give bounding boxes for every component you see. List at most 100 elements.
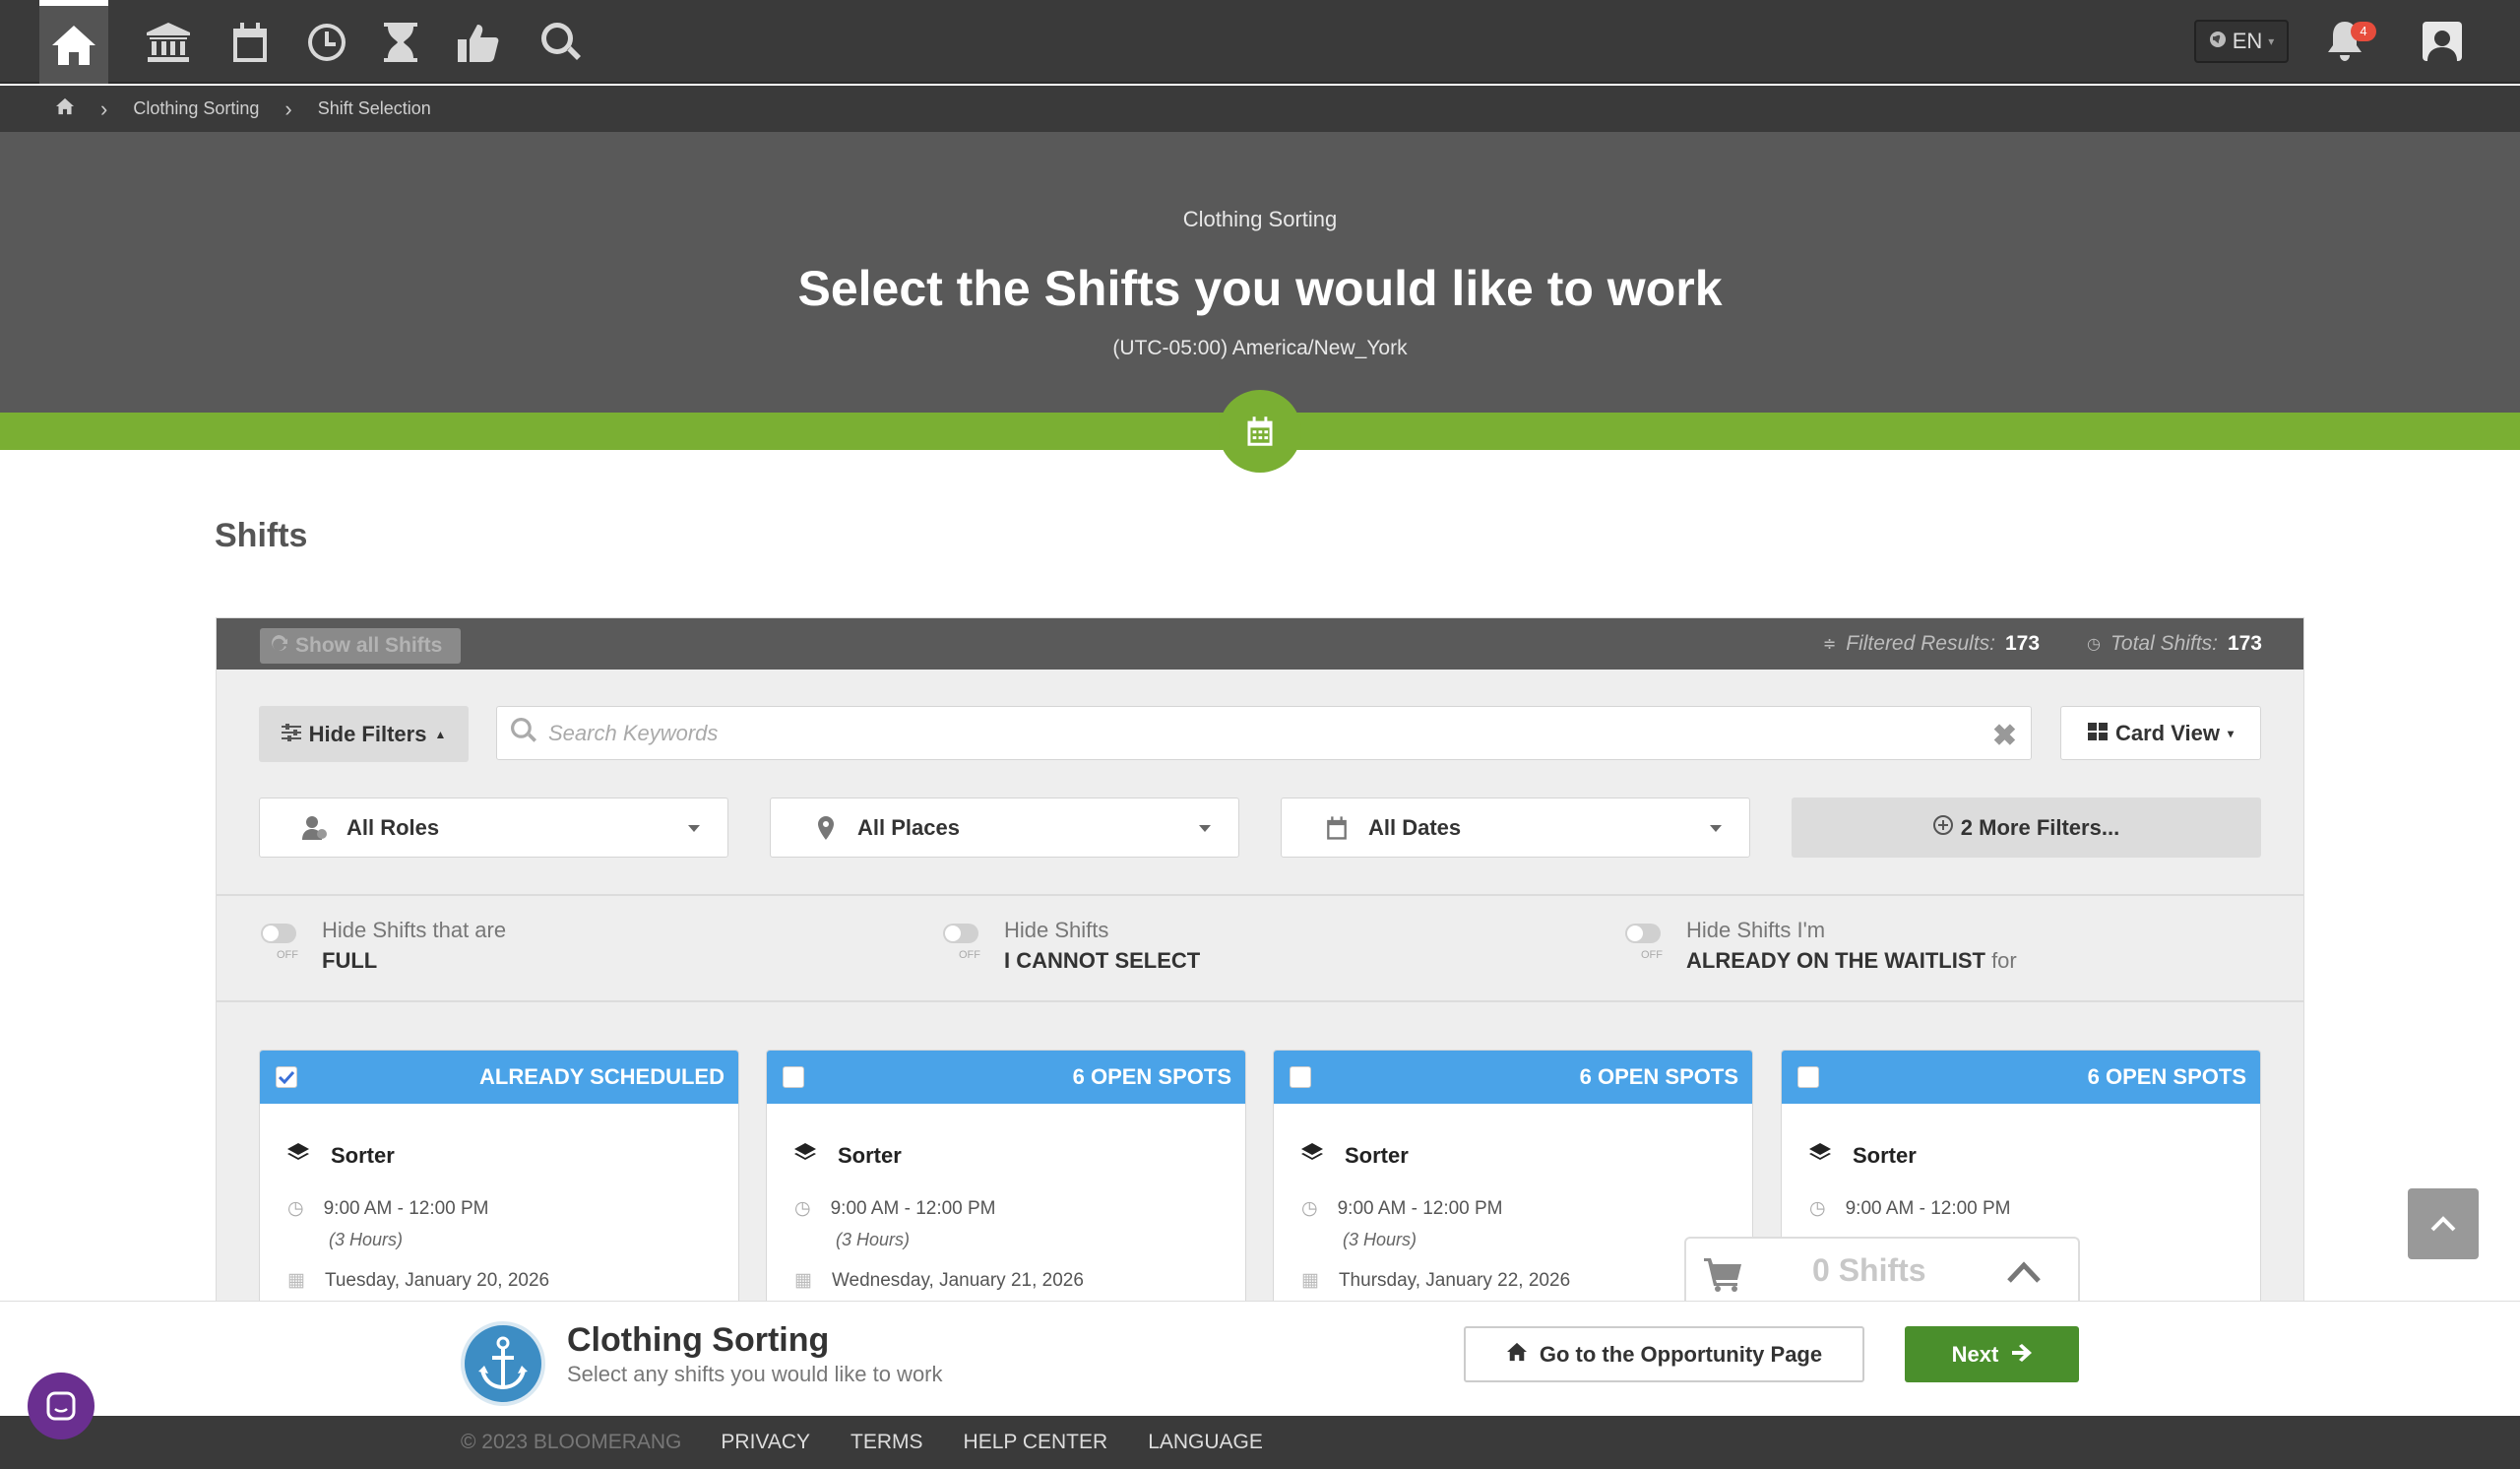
timezone-label: (UTC-05:00) America/New_York — [1112, 337, 1408, 359]
keyword-search: ✖ — [496, 706, 2032, 760]
clear-search-icon[interactable]: ✖ — [1992, 719, 2017, 753]
footer-link-privacy[interactable]: PRIVACY — [721, 1431, 810, 1454]
user-avatar-button[interactable] — [2423, 22, 2462, 61]
bank-icon[interactable] — [134, 12, 203, 73]
shift-duration: (3 Hours) — [329, 1230, 404, 1249]
clock-icon: ◷ — [1809, 1198, 1826, 1219]
search-icon[interactable] — [527, 12, 596, 73]
shift-status: 6 OPEN SPOTS — [1072, 1064, 1231, 1089]
filter-icon: ≑ — [1822, 636, 1837, 653]
shift-role: Sorter — [794, 1143, 902, 1169]
shift-duration: (3 Hours) — [836, 1230, 911, 1249]
shift-checkbox[interactable] — [1797, 1066, 1819, 1088]
filtered-results-count: 173 — [2004, 632, 2041, 655]
go-to-opportunity-label: Go to the Opportunity Page — [1539, 1341, 1823, 1367]
shift-date: ▦ Tuesday, January 20, 2026 — [287, 1269, 550, 1292]
shift-role: Sorter — [287, 1143, 395, 1169]
shift-time: ◷ 9:00 AM - 12:00 PM — [1809, 1197, 2011, 1220]
clock-icon: ◷ — [287, 1198, 304, 1219]
page-hero: Clothing Sorting Select the Shifts you w… — [0, 132, 2520, 413]
notification-badge: 4 — [2351, 22, 2376, 41]
calendar-icon — [1317, 815, 1356, 840]
total-shifts-count: 173 — [2227, 632, 2262, 655]
thumbs-up-icon[interactable] — [444, 12, 513, 73]
shift-date: ▦ Thursday, January 22, 2026 — [1301, 1269, 1571, 1292]
shift-checkbox[interactable] — [276, 1066, 297, 1088]
toggle-label: Hide Shifts — [1004, 918, 1109, 942]
shift-role: Sorter — [1301, 1143, 1409, 1169]
roles-filter-dropdown[interactable]: All Roles — [259, 798, 728, 858]
next-button[interactable]: Next — [1905, 1326, 2079, 1382]
chat-launcher-button[interactable] — [28, 1373, 94, 1439]
checkmark-icon — [279, 1070, 294, 1084]
footer-link-language[interactable]: LANGUAGE — [1148, 1431, 1263, 1454]
toggle-switch[interactable] — [261, 924, 296, 943]
card-view-label: Card View — [2114, 720, 2220, 745]
toggle-label-strong: FULL — [322, 948, 378, 973]
refresh-icon — [270, 634, 287, 658]
chevron-down-icon: ▾ — [2268, 34, 2275, 48]
scroll-to-top-button[interactable] — [2408, 1188, 2479, 1259]
dates-filter-dropdown[interactable]: All Dates — [1281, 798, 1750, 858]
chat-icon — [46, 1391, 76, 1421]
calendar-icon: ▦ — [287, 1270, 305, 1291]
places-filter-dropdown[interactable]: All Places — [770, 798, 1239, 858]
language-selector[interactable]: EN ▾ — [2194, 20, 2289, 63]
user-role-icon — [295, 815, 335, 841]
copyright: © 2023 BLOOMERANG — [461, 1431, 682, 1453]
roles-filter-value: All Roles — [346, 814, 440, 840]
hide-filters-button[interactable]: Hide Filters ▲ — [259, 706, 469, 762]
search-icon — [511, 718, 536, 748]
shift-duration: (3 Hours) — [1343, 1230, 1418, 1249]
layers-icon — [794, 1143, 816, 1169]
result-counts: ≑ Filtered Results: 173 ◷ Total Shifts: … — [1823, 628, 2262, 660]
bottom-action-bar: Clothing Sorting Select any shifts you w… — [0, 1301, 2520, 1416]
grid-icon — [2087, 721, 2108, 746]
toggle-state: OFF — [1641, 949, 1663, 961]
more-filters-button[interactable]: 2 More Filters... — [1792, 798, 2261, 858]
shift-checkbox[interactable] — [1290, 1066, 1311, 1088]
chevron-right-icon: › — [284, 96, 292, 121]
clock-icon[interactable] — [292, 12, 361, 73]
shifts-panel: Show all Shifts ≑ Filtered Results: 173 … — [216, 617, 2304, 1345]
footer-link-terms[interactable]: TERMS — [850, 1431, 923, 1454]
shift-status: ALREADY SCHEDULED — [479, 1064, 724, 1089]
hero-subtitle: Clothing Sorting — [1182, 207, 1338, 231]
shift-card-header: 6 OPEN SPOTS — [767, 1051, 1245, 1104]
toggle-label-strong: I CANNOT SELECT — [1004, 948, 1201, 973]
toggle-label: Hide Shifts that are — [322, 918, 507, 942]
notifications-button[interactable]: 4 — [2325, 20, 2376, 67]
toggle-switch[interactable] — [943, 924, 978, 943]
shift-status: 6 OPEN SPOTS — [2087, 1064, 2246, 1089]
chevron-up-icon[interactable] — [2006, 1260, 2042, 1289]
sliders-icon — [281, 722, 301, 747]
hourglass-icon[interactable] — [366, 12, 435, 73]
go-to-opportunity-button[interactable]: Go to the Opportunity Page — [1464, 1326, 1864, 1382]
calendar-icon[interactable] — [216, 12, 284, 73]
breadcrumb: › Clothing Sorting › Shift Selection — [0, 86, 2520, 132]
toggle-switch[interactable] — [1625, 924, 1661, 943]
shift-status: 6 OPEN SPOTS — [1579, 1064, 1738, 1089]
opportunity-subtitle: Select any shifts you would like to work — [567, 1362, 943, 1386]
search-input[interactable] — [548, 720, 1926, 746]
layers-icon — [287, 1143, 309, 1169]
card-view-dropdown[interactable]: Card View ▾ — [2060, 706, 2261, 760]
shift-cart[interactable]: 0 Shifts — [1684, 1237, 2080, 1308]
show-all-shifts-button[interactable]: Show all Shifts — [260, 628, 461, 664]
footer-link-help-center[interactable]: HELP CENTER — [964, 1431, 1108, 1454]
chevron-down-icon: ▾ — [2227, 726, 2234, 740]
shift-date: ▦ Wednesday, January 21, 2026 — [794, 1269, 1084, 1292]
breadcrumb-home-icon[interactable] — [55, 97, 75, 120]
toggle-label: Hide Shifts I'm — [1686, 918, 1826, 942]
map-pin-icon — [806, 815, 846, 840]
language-label: EN — [2232, 29, 2263, 53]
clock-icon: ◷ — [794, 1198, 811, 1219]
shift-checkbox[interactable] — [783, 1066, 804, 1088]
footer: © 2023 BLOOMERANG PRIVACY TERMS HELP CEN… — [0, 1416, 2520, 1469]
home-icon[interactable] — [39, 0, 108, 84]
calendar-icon: ▦ — [1301, 1270, 1319, 1291]
toggle-state: OFF — [959, 949, 980, 961]
caret-down-icon — [1199, 825, 1211, 832]
places-filter-value: All Places — [857, 814, 960, 840]
breadcrumb-item-opportunity[interactable]: Clothing Sorting — [133, 98, 259, 119]
